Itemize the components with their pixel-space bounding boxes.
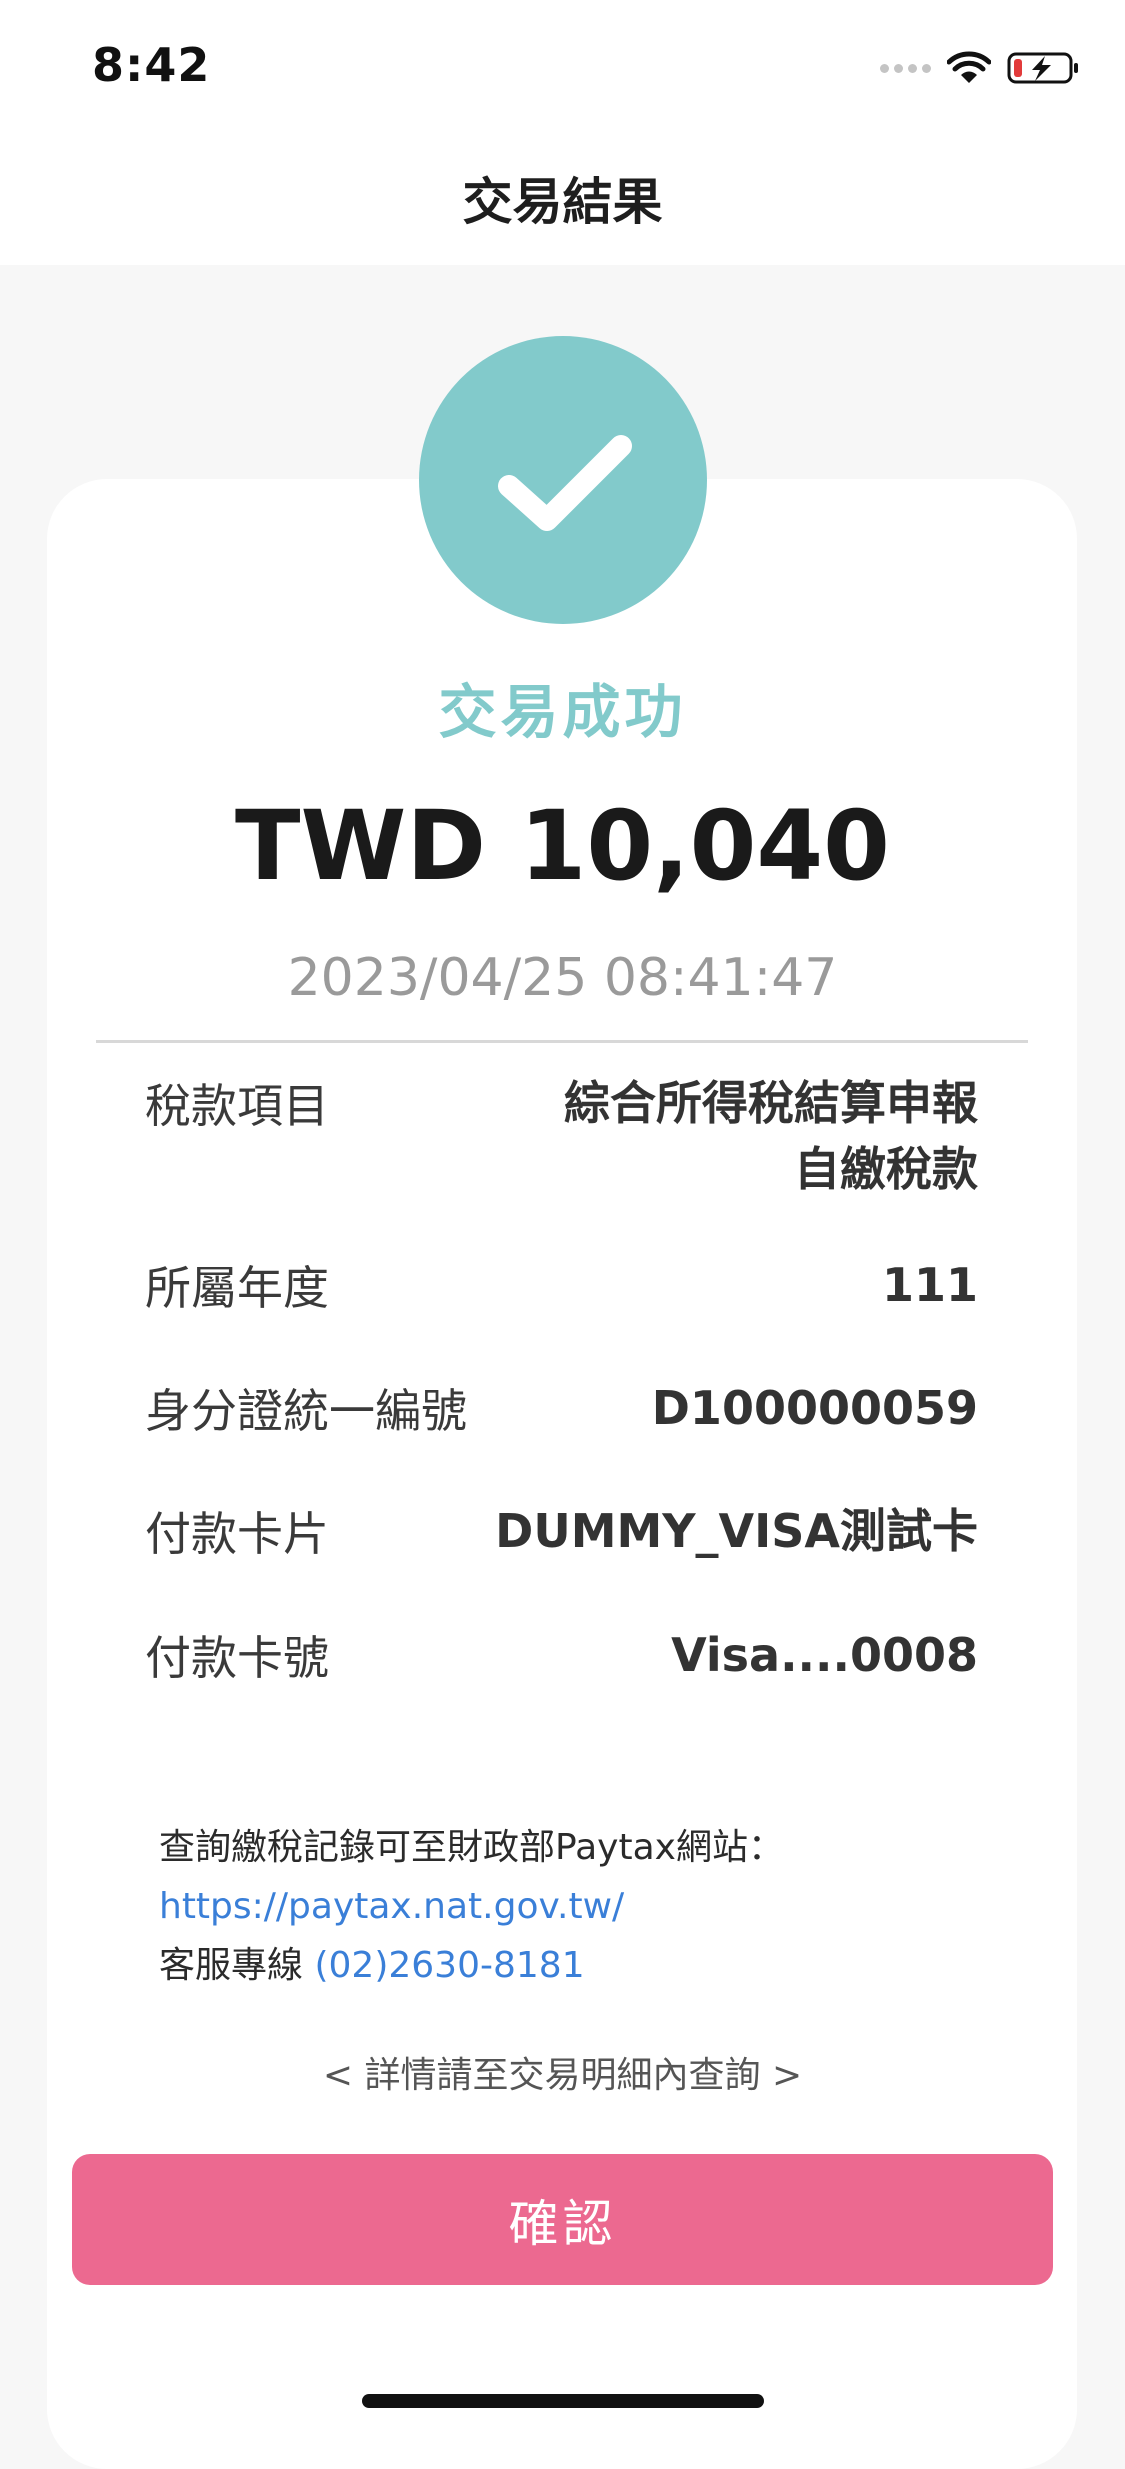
status-text: 交易成功 (438, 678, 687, 746)
confirm-button[interactable]: 確認 (72, 2154, 1053, 2285)
detail-value: Visa....0008 (671, 1628, 978, 1682)
detail-label: 稅款項目 (145, 1079, 329, 1133)
success-badge (419, 336, 707, 624)
wifi-icon (947, 51, 991, 83)
page-title: 交易結果 (462, 173, 663, 231)
detail-label: 身分證統一編號 (145, 1384, 467, 1438)
checkmark-icon (498, 435, 632, 531)
detail-value: D100000059 (651, 1381, 978, 1435)
info-text: 查詢繳稅記錄可至財政部Paytax網站： https://paytax.nat.g… (159, 1818, 979, 1995)
transaction-detail-link[interactable]: < 詳情請至交易明細內查詢 > (0, 2046, 1125, 2098)
divider (96, 1040, 1028, 1043)
transaction-datetime: 2023/04/25 08:41:47 (287, 948, 838, 1008)
detail-label: 付款卡號 (145, 1631, 329, 1685)
detail-value: 綜合所得稅結算申報 自繳稅款 (564, 1076, 978, 1196)
detail-label: 所屬年度 (145, 1261, 329, 1315)
hotline-label: 客服專線 (159, 1945, 304, 1986)
battery-charging-icon (1007, 52, 1078, 84)
status-icons (880, 48, 1081, 88)
signal-dots-icon (880, 63, 931, 73)
details-list[interactable]: 稅款項目 綜合所得稅結算申報 自繳稅款 所屬年度 111 身分證統一編號 D10… (96, 1050, 1028, 1760)
detail-value: DUMMY_VISA測試卡 (495, 1504, 978, 1558)
status-time: 8:42 (92, 38, 211, 92)
detail-label: 付款卡片 (145, 1507, 329, 1561)
home-indicator (362, 2394, 764, 2408)
query-text: 查詢繳稅記錄可至財政部Paytax網站： (159, 1827, 784, 1868)
amount-text: TWD 10,040 (235, 790, 890, 902)
hotline-link[interactable]: (02)2630-8181 (314, 1945, 584, 1986)
detail-value: 111 (881, 1258, 978, 1312)
top-bar: 8:42 交易結果 (0, 0, 1125, 265)
paytax-link[interactable]: https://paytax.nat.gov.tw/ (159, 1886, 624, 1927)
